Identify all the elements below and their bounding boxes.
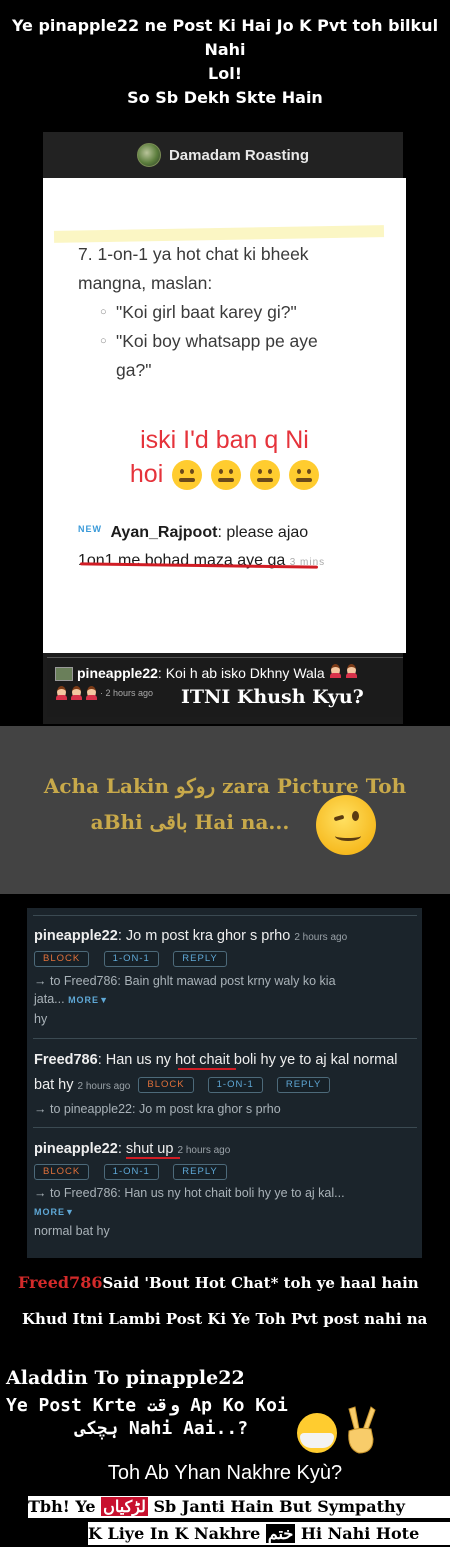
comment-2: Freed786: Han us ny hot chait boli hy ye…	[34, 1052, 398, 1068]
divider	[33, 915, 417, 916]
comment-time: 2 hours ago	[294, 932, 348, 943]
eye-roll-emoji-icon	[172, 460, 203, 491]
urdu-word-dark: ختم	[265, 1524, 296, 1543]
live-comment: NEW Ayan_Rajpoot: please ajao 1on1 me bo…	[78, 515, 398, 577]
rule-sub-2: ○ "Koi boy whatsapp pe aye	[78, 327, 388, 356]
freed-caption: Freed786Said 'Bout Hot Chat* toh ye haal…	[18, 1273, 419, 1292]
comment-2-cont: bat hy 2 hours ago BLOCK 1-ON-1 REPLY	[34, 1075, 418, 1097]
comment-username[interactable]: pineapple22	[34, 1141, 118, 1157]
footer-text: : Koi h ab isko Dkhny Wala	[157, 665, 325, 681]
red-underline-mark	[126, 1157, 180, 1159]
more-link[interactable]: MORE▼	[34, 1207, 75, 1217]
one-on-one-button[interactable]: 1-ON-1	[207, 1077, 263, 1094]
gray-line-1: Acha Lakin روکو zara Picture Toh	[43, 774, 407, 798]
one-on-one-button[interactable]: 1-ON-1	[103, 950, 159, 967]
red-question: iski I'd ban q Ni hoi	[43, 423, 406, 491]
red-underline-mark	[178, 1068, 236, 1070]
app-header: Damadam Roasting	[43, 132, 403, 178]
overlay-caption: ITNI Khush Kyu?	[181, 686, 364, 708]
banner-line-1: Tbh! Ye لڑکیاں Sb Janti Hain But Sympath…	[28, 1496, 450, 1518]
wink-mouth	[335, 831, 361, 841]
bullet-icon: ○	[100, 306, 107, 318]
footer-meta: · 2 hours ago	[55, 686, 153, 700]
reply-button[interactable]: REPLY	[276, 1077, 331, 1094]
caption-line-1: Ye pinapple22 ne Post Ki Hai Jo K Pvt to…	[11, 16, 439, 59]
app-title: Damadam Roasting	[168, 146, 310, 164]
comment-2-reply: → to pineapple22: Jo m post kra ghor s p…	[34, 1102, 281, 1116]
zipper-mouth-emoji-icon	[250, 460, 281, 491]
urdu-word-red: لڑکیاں	[101, 1497, 148, 1516]
rule-sub-1: ○ "Koi girl baat karey gi?"	[78, 298, 388, 327]
rule-sub-2-cont: ga?"	[116, 360, 152, 380]
comment-1-actions: BLOCK 1-ON-1 REPLY	[34, 950, 227, 968]
red-line-2: hoi	[43, 457, 406, 491]
wink-eye	[352, 811, 359, 821]
zipper-mouth-emoji-icon	[289, 460, 320, 491]
caption-line-2: Lol!	[208, 64, 242, 83]
comment-1: pineapple22: Jo m post kra ghor s prho 2…	[34, 928, 348, 944]
rule-line-1: 7. 1-on-1 ya hot chat ki bheek	[78, 244, 309, 264]
khud-caption: Khud Itni Lambi Post Ki Ye Toh Pvt post …	[22, 1310, 428, 1328]
avatar[interactable]	[55, 667, 73, 682]
nahi-aai-caption: ہچکی Nahi Aai..?	[75, 1418, 249, 1439]
block-button[interactable]: BLOCK	[138, 1077, 194, 1094]
block-button[interactable]: BLOCK	[34, 950, 90, 967]
woman-emoji-icon	[329, 664, 342, 678]
block-button[interactable]: BLOCK	[34, 1163, 90, 1180]
reply-button[interactable]: REPLY	[173, 950, 227, 967]
comment-time: 2 hours ago	[177, 1145, 231, 1156]
red-line-1: iski I'd ban q Ni	[140, 426, 309, 454]
divider	[33, 1127, 417, 1128]
aladdin-caption: Aladdin To pinapple22	[6, 1367, 245, 1389]
one-on-one-button[interactable]: 1-ON-1	[103, 1163, 159, 1180]
woman-emoji-icon	[55, 686, 68, 700]
banner-line-2: K Liye In K Nakhre ختم Hi Nahi Hote	[88, 1522, 450, 1545]
rule-item: 7. 1-on-1 ya hot chat ki bheek mangna, m…	[78, 240, 388, 385]
comment-1-reply: → to Freed786: Bain ghlt mawad post krny…	[34, 974, 336, 1006]
comment-3-reply: → to Freed786: Han us ny hot chait boli …	[34, 1186, 345, 1217]
new-badge: NEW	[78, 524, 102, 534]
mask-emoji-icon	[297, 1413, 337, 1453]
comment-time: 2 hours ago	[77, 1081, 131, 1092]
victory-hand-icon	[348, 1406, 376, 1454]
footer-username[interactable]: pineapple22	[77, 665, 158, 681]
footer-time: · 2 hours ago	[100, 688, 154, 698]
rule-line-2: mangna, maslan:	[78, 273, 213, 293]
woman-emoji-icon	[85, 686, 98, 700]
divider	[33, 1038, 417, 1039]
footer-comment: pineapple22: Koi h ab isko Dkhny Wala	[55, 664, 358, 682]
comment-username[interactable]: Freed786	[34, 1052, 98, 1068]
reply-button[interactable]: REPLY	[173, 1163, 227, 1180]
ye-post-caption: Ye Post Krte وقت Ap Ko Koi	[6, 1395, 288, 1416]
woman-emoji-icon	[345, 664, 358, 678]
bullet-icon: ○	[100, 335, 107, 347]
caption-line-3: So Sb Dekh Skte Hain	[127, 88, 323, 107]
comment-username[interactable]: Ayan_Rajpoot	[110, 524, 217, 541]
top-caption: Ye pinapple22 ne Post Ki Hai Jo K Pvt to…	[0, 14, 450, 110]
toh-ab-caption: Toh Ab Yhan Nakhre Kyù?	[107, 1462, 343, 1484]
comment-text: : please ajao	[217, 524, 309, 541]
woman-emoji-icon	[70, 686, 83, 700]
comment-3-extra: normal bat hy	[34, 1224, 110, 1238]
freed-name: Freed786	[18, 1273, 103, 1292]
comment-username[interactable]: pineapple22	[34, 928, 118, 944]
zipper-mouth-emoji-icon	[211, 460, 242, 491]
comment-3: pineapple22: shut up 2 hours ago	[34, 1141, 231, 1157]
comment-1-extra: hy	[34, 1012, 48, 1026]
wink-emoji-icon	[316, 795, 376, 855]
comment-3-actions: BLOCK 1-ON-1 REPLY	[34, 1163, 227, 1181]
globe-icon	[136, 143, 161, 167]
more-link[interactable]: MORE▼	[68, 995, 109, 1005]
